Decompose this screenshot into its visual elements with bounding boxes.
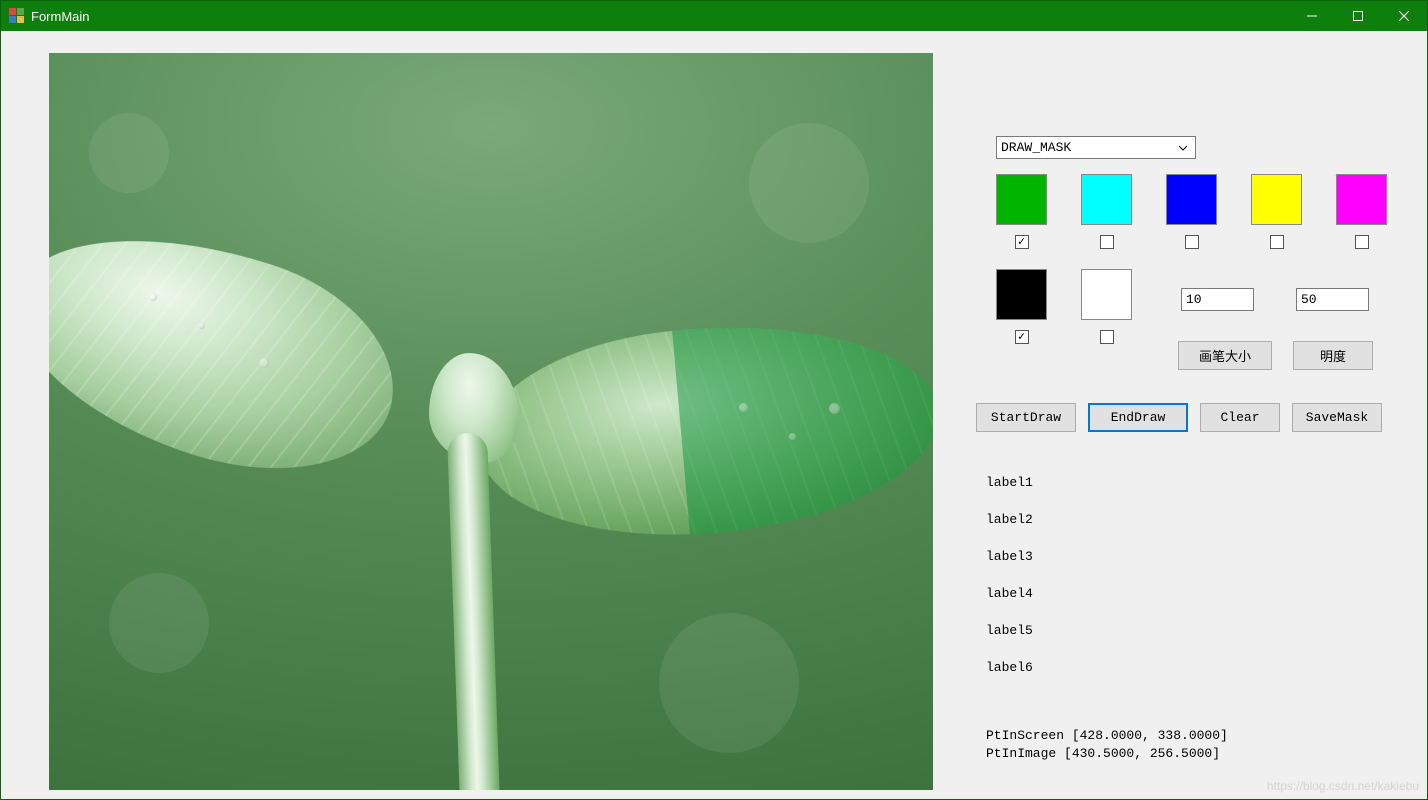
label-3: label3 (986, 549, 1033, 564)
picture-box[interactable] (49, 53, 933, 790)
app-window: FormMain (0, 0, 1428, 800)
color-checkbox-magenta[interactable] (1355, 235, 1369, 249)
client-area: DRAW_MASK (1, 31, 1427, 799)
brush-size-input[interactable] (1181, 288, 1254, 311)
color-swatch-blue[interactable] (1166, 174, 1217, 225)
color-checkbox-black[interactable] (1015, 330, 1029, 344)
color-checkbox-cyan[interactable] (1100, 235, 1114, 249)
minimize-button[interactable] (1289, 1, 1335, 31)
end-draw-button[interactable]: EndDraw (1088, 403, 1188, 432)
color-swatch-yellow[interactable] (1251, 174, 1302, 225)
close-button[interactable] (1381, 1, 1427, 31)
window-title: FormMain (31, 9, 90, 24)
brightness-button[interactable]: 明度 (1293, 341, 1373, 370)
control-panel: DRAW_MASK (976, 31, 1416, 791)
start-draw-button[interactable]: StartDraw (976, 403, 1076, 432)
color-swatch-black[interactable] (996, 269, 1047, 320)
color-swatch-white[interactable] (1081, 269, 1132, 320)
status-pt-image: PtInImage [430.5000, 256.5000] (986, 746, 1220, 761)
mode-combobox-value: DRAW_MASK (1001, 140, 1175, 155)
chevron-down-icon (1175, 145, 1191, 151)
label-2: label2 (986, 512, 1033, 527)
maximize-button[interactable] (1335, 1, 1381, 31)
status-pt-screen: PtInScreen [428.0000, 338.0000] (986, 728, 1228, 743)
label-4: label4 (986, 586, 1033, 601)
color-checkbox-blue[interactable] (1185, 235, 1199, 249)
label-1: label1 (986, 475, 1033, 490)
brightness-input[interactable] (1296, 288, 1369, 311)
color-swatch-green[interactable] (996, 174, 1047, 225)
label-6: label6 (986, 660, 1033, 675)
app-icon (9, 8, 25, 24)
color-checkbox-white[interactable] (1100, 330, 1114, 344)
brush-size-button[interactable]: 画笔大小 (1178, 341, 1272, 370)
color-swatch-magenta[interactable] (1336, 174, 1387, 225)
titlebar[interactable]: FormMain (1, 1, 1427, 31)
mode-combobox[interactable]: DRAW_MASK (996, 136, 1196, 159)
clear-button[interactable]: Clear (1200, 403, 1280, 432)
color-checkbox-yellow[interactable] (1270, 235, 1284, 249)
label-5: label5 (986, 623, 1033, 638)
color-checkbox-green[interactable] (1015, 235, 1029, 249)
save-mask-button[interactable]: SaveMask (1292, 403, 1382, 432)
color-swatch-cyan[interactable] (1081, 174, 1132, 225)
watermark: https://blog.csdn.net/kakiebu (1267, 779, 1419, 793)
